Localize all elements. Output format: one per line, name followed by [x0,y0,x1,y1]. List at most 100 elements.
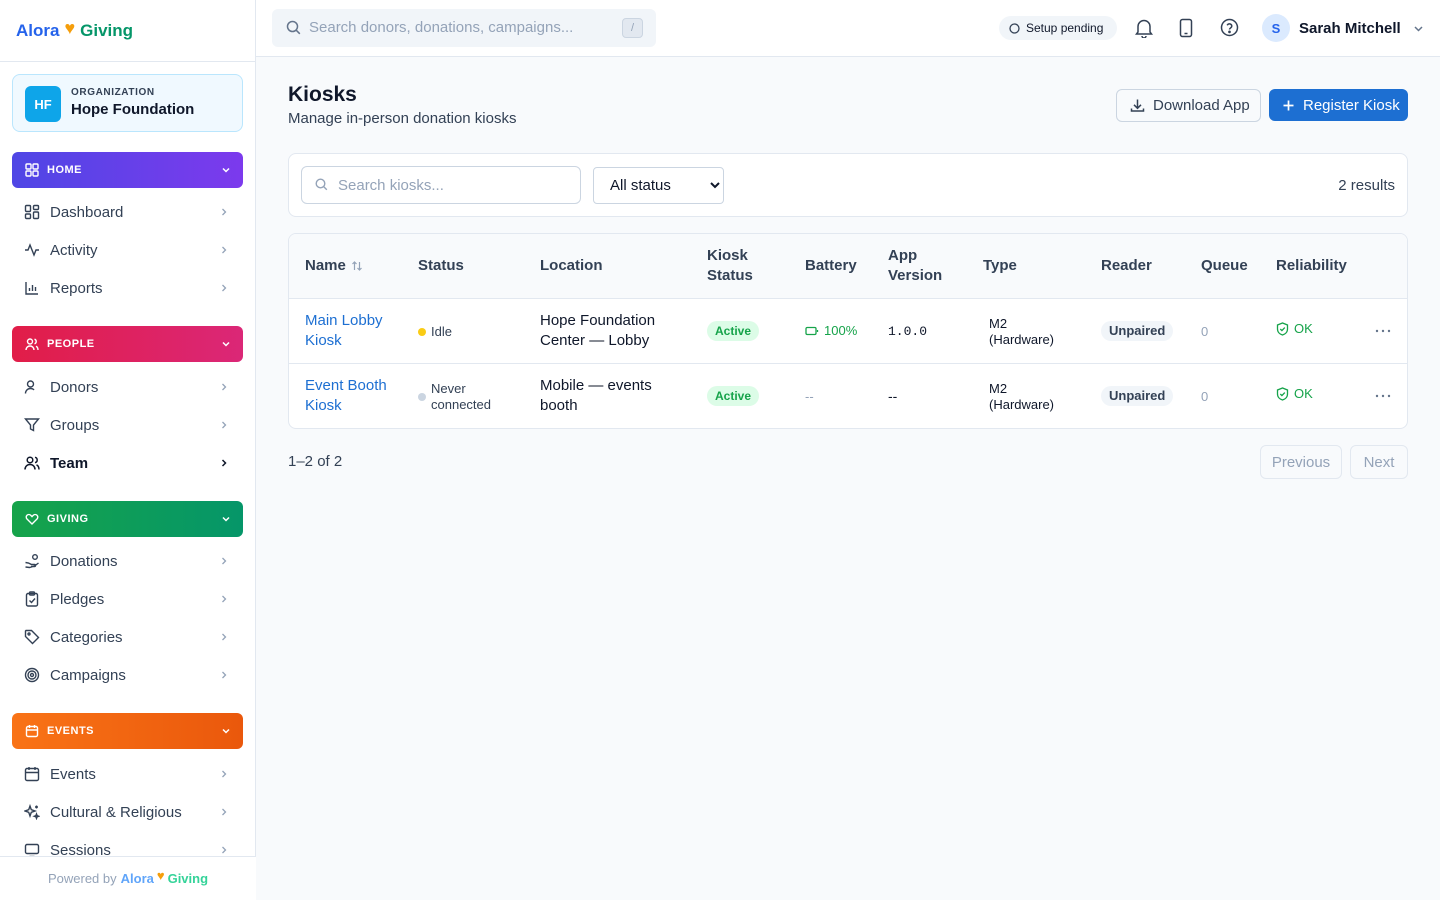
chevron-right-icon [219,769,229,779]
battery-level: 100% [824,323,858,338]
next-page-button[interactable]: Next [1350,445,1408,479]
shield-check-icon [1276,321,1289,336]
column-header-line: Version [888,267,943,284]
more-actions-icon[interactable] [1373,323,1393,339]
battery-icon [805,326,819,336]
organization-label: ORGANIZATION [71,87,155,98]
heart-icon: ♥ [156,868,165,883]
sidebar-item-donors[interactable]: Donors [12,369,243,405]
circle-icon [1009,22,1020,34]
kiosk-name-link[interactable]: Event Booth Kiosk [305,376,387,416]
section-giving-label: GIVING [47,513,89,525]
reliability-label: OK [1294,386,1313,401]
column-header-line: Kiosk [707,247,748,264]
page-subtitle: Manage in-person donation kiosks [288,110,517,127]
organization-name: Hope Foundation [71,101,195,118]
sidebar-item-label: Donations [50,552,118,570]
column-header-reader: Reader [1101,257,1152,274]
download-app-button[interactable]: Download App [1116,89,1261,122]
kiosk-type-line: M2 [989,316,1008,331]
register-kiosk-button[interactable]: Register Kiosk [1269,89,1408,121]
filter-bar: All status 2 results [288,153,1408,217]
sidebar-item-dashboard[interactable]: Dashboard [12,194,243,230]
column-header-battery: Battery [805,257,857,274]
table-row[interactable]: Main Lobby Kiosk Idle Hope Foundation Ce… [289,299,1407,364]
sidebar-item-groups[interactable]: Groups [12,407,243,443]
sidebar-item-label: Pledges [50,590,105,608]
download-icon [1130,98,1145,113]
connection-status-line: connected [431,397,491,412]
sidebar-item-campaigns[interactable]: Campaigns [12,657,243,693]
sidebar-item-label: Dashboard [50,203,124,221]
status-filter-select[interactable]: All status [593,167,724,204]
section-people[interactable]: PEOPLE [12,326,243,362]
reader-badge: Unpaired [1101,321,1174,341]
setup-status-badge[interactable]: Setup pending [999,16,1117,40]
sort-icon[interactable] [351,260,363,272]
sidebar-item-team[interactable]: Team [12,445,243,481]
hand-coins-icon [24,553,40,569]
chevron-down-icon [1413,23,1424,34]
kiosk-search-input[interactable] [338,175,568,195]
sidebar-item-cultural-religious[interactable]: Cultural & Religious [12,794,243,830]
search-shortcut-key: / [622,18,643,38]
sidebar-item-donations[interactable]: Donations [12,543,243,579]
kiosk-location: Mobile — events booth [540,376,652,416]
section-home-label: HOME [47,164,82,176]
section-events[interactable]: EVENTS [12,713,243,749]
tablet-icon[interactable] [1179,18,1193,38]
organization-switcher[interactable]: HF ORGANIZATION Hope Foundation [12,74,243,132]
sidebar-item-label: Events [50,765,96,783]
more-actions-icon[interactable] [1373,388,1393,404]
section-giving[interactable]: GIVING [12,501,243,537]
section-home[interactable]: HOME [12,152,243,188]
pagination-range: 1–2 of 2 [288,453,343,470]
chevron-right-icon [219,283,229,293]
sidebar-item-pledges[interactable]: Pledges [12,581,243,617]
kiosks-table: Name Status Location Kiosk Status Batter… [288,233,1408,429]
chevron-down-icon [221,339,231,349]
user-menu[interactable]: S Sarah Mitchell [1262,14,1424,42]
status-dot [418,393,426,401]
battery-level: -- [805,389,814,404]
section-people-label: PEOPLE [47,338,95,350]
bell-icon[interactable] [1135,18,1153,38]
sidebar-item-reports[interactable]: Reports [12,270,243,306]
chevron-down-icon [221,726,231,736]
app-version: -- [888,388,898,404]
brand-logo[interactable]: Alora ♥ Giving [16,18,133,44]
kiosk-location-line: booth [540,397,578,414]
column-header-type: Type [983,257,1017,274]
column-header-name[interactable]: Name [305,256,363,276]
global-search[interactable]: Search donors, donations, campaigns... / [272,9,656,47]
sidebar-item-events[interactable]: Events [12,756,243,792]
chevron-right-icon [219,670,229,680]
results-count: 2 results [1338,177,1395,194]
user-name: Sarah Mitchell [1299,19,1401,37]
help-icon[interactable] [1220,18,1239,37]
sidebar-item-categories[interactable]: Categories [12,619,243,655]
sidebar-divider [0,61,256,62]
download-app-label: Download App [1153,97,1250,114]
column-header-line: Status [707,267,753,284]
sidebar-item-label: Campaigns [50,666,126,684]
dashboard-icon [24,204,40,220]
sidebar-item-activity[interactable]: Activity [12,232,243,268]
kiosk-name-link[interactable]: Main Lobby Kiosk [305,311,383,351]
brand-name-left: Alora [16,21,60,40]
brand-name-left: Alora [120,871,154,886]
queue-count: 0 [1201,389,1209,404]
kiosk-type-line: (Hardware) [989,397,1055,412]
sidebar-item-label: Team [50,454,89,472]
kiosk-type-line: (Hardware) [989,332,1055,347]
table-row[interactable]: Event Booth Kiosk Never connected Mobile… [289,364,1407,428]
brand-name-right: Giving [80,21,134,40]
previous-page-button[interactable]: Previous [1260,445,1342,479]
kiosk-location-line: Center — Lobby [540,332,650,349]
users-icon [24,455,40,471]
kiosk-name-line: Main Lobby [305,312,383,329]
kiosk-type: M2 (Hardware) [989,381,1054,413]
setup-status-label: Setup pending [1026,21,1104,35]
connection-status-line: Idle [431,324,452,339]
search-icon [286,20,301,35]
